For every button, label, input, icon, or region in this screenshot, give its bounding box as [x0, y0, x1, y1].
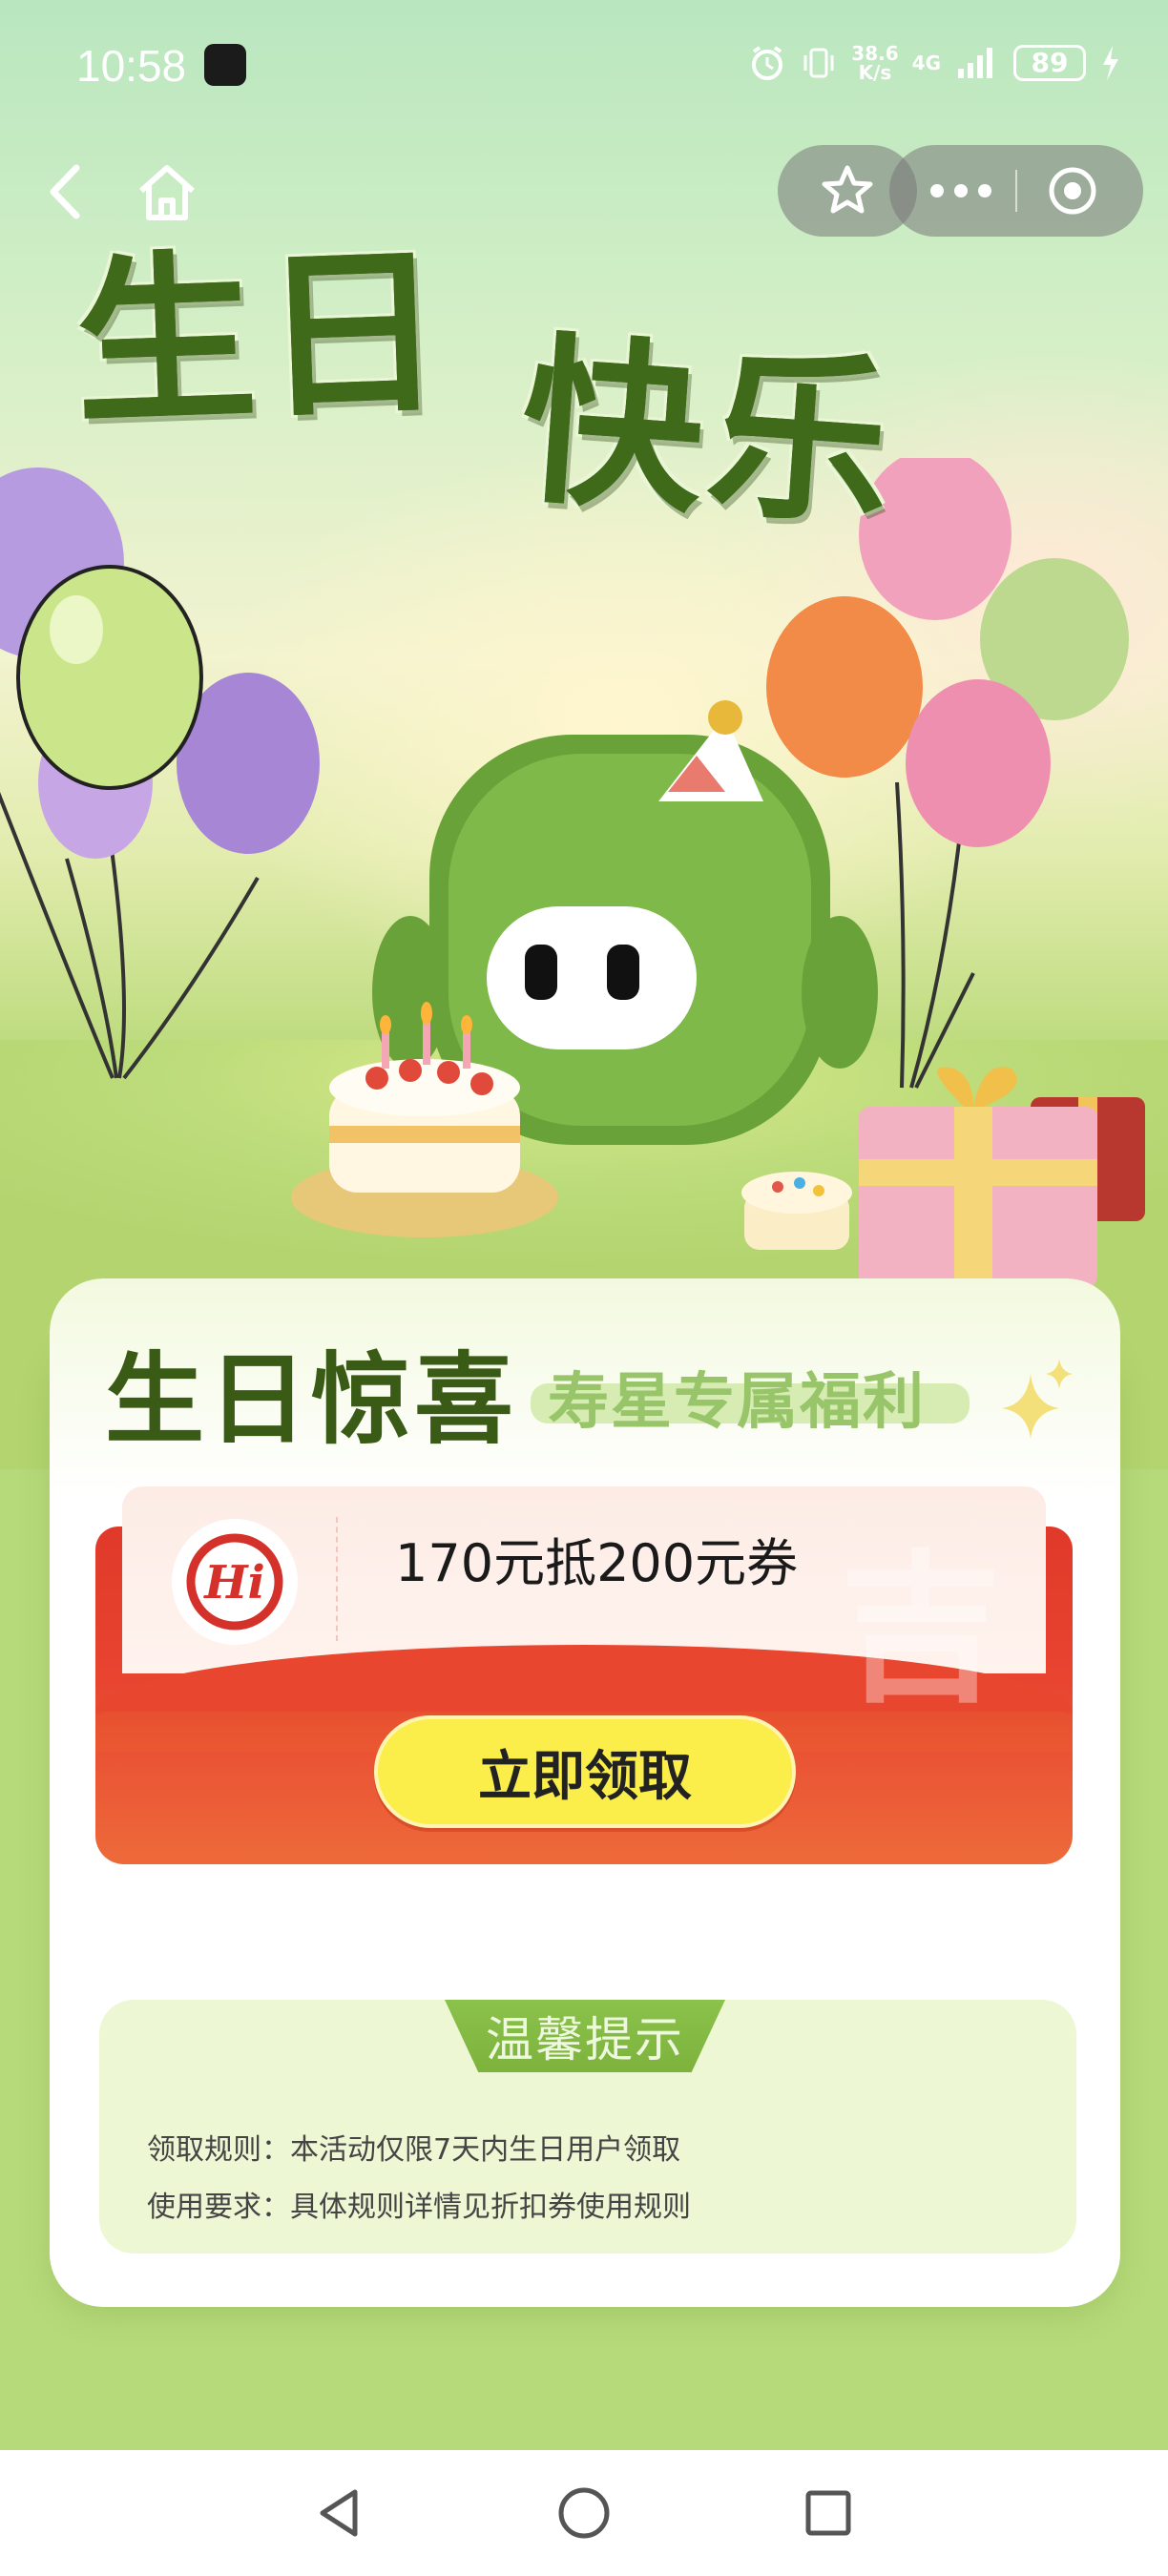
system-navigation-bar — [0, 2450, 1168, 2576]
notification-app-icon — [204, 44, 246, 86]
miniapp-capsule — [889, 145, 1143, 237]
star-icon — [822, 165, 873, 214]
claim-button[interactable]: 立即领取 — [374, 1715, 796, 1828]
network-type: 4G — [911, 52, 941, 74]
cupcake — [741, 1172, 852, 1250]
coupon-description: 170元抵200元券 — [395, 1533, 799, 1593]
gift-boxes — [859, 1067, 1145, 1288]
vibrate-icon — [803, 48, 834, 78]
balloon — [906, 679, 1051, 847]
status-time: 10:58 — [76, 41, 187, 91]
headline-line1: 生日 — [71, 226, 453, 450]
sparkle-icon — [1002, 1359, 1073, 1439]
target-circle-icon[interactable] — [1048, 166, 1097, 216]
charging-icon — [1103, 46, 1118, 80]
coupon-divider — [336, 1517, 338, 1641]
alarm-icon — [752, 46, 783, 80]
nav-home-circle-icon[interactable] — [555, 2484, 613, 2542]
signal-icon — [958, 48, 992, 78]
balloon — [766, 596, 923, 778]
balloon — [16, 565, 203, 790]
battery-indicator: 89 — [1013, 45, 1086, 81]
brand-logo-text: Hi — [202, 1556, 265, 1610]
hero-illustration — [0, 458, 1145, 1288]
brand-logo: Hi — [172, 1519, 298, 1645]
coupon-watermark: 吉 — [840, 1536, 1003, 1725]
nav-back-triangle-icon[interactable] — [311, 2484, 368, 2542]
more-dots-icon[interactable] — [928, 177, 994, 204]
status-system-icons: 38.6 K/s 4G 89 — [748, 44, 1122, 82]
tip-rule-claim: 领取规则：本活动仅限7天内生日用户领取 — [147, 2133, 681, 2167]
headline-line2: 快乐 — [514, 315, 904, 552]
tips-title: 温馨提示 — [445, 2000, 725, 2072]
nav-recents-square-icon[interactable] — [800, 2484, 857, 2542]
tip-rule-usage: 使用要求：具体规则详情见折扣券使用规则 — [147, 2191, 691, 2224]
hi-logo-icon: Hi — [186, 1533, 283, 1631]
net-speed: 38.6 K/s — [851, 42, 899, 84]
status-bar: 10:58 38.6 K/s 4G 89 — [0, 0, 1168, 134]
card-title: 生日惊喜 — [105, 1341, 518, 1458]
capsule-divider — [1015, 170, 1017, 212]
card-subtitle: 寿星专属福利 — [548, 1367, 926, 1438]
